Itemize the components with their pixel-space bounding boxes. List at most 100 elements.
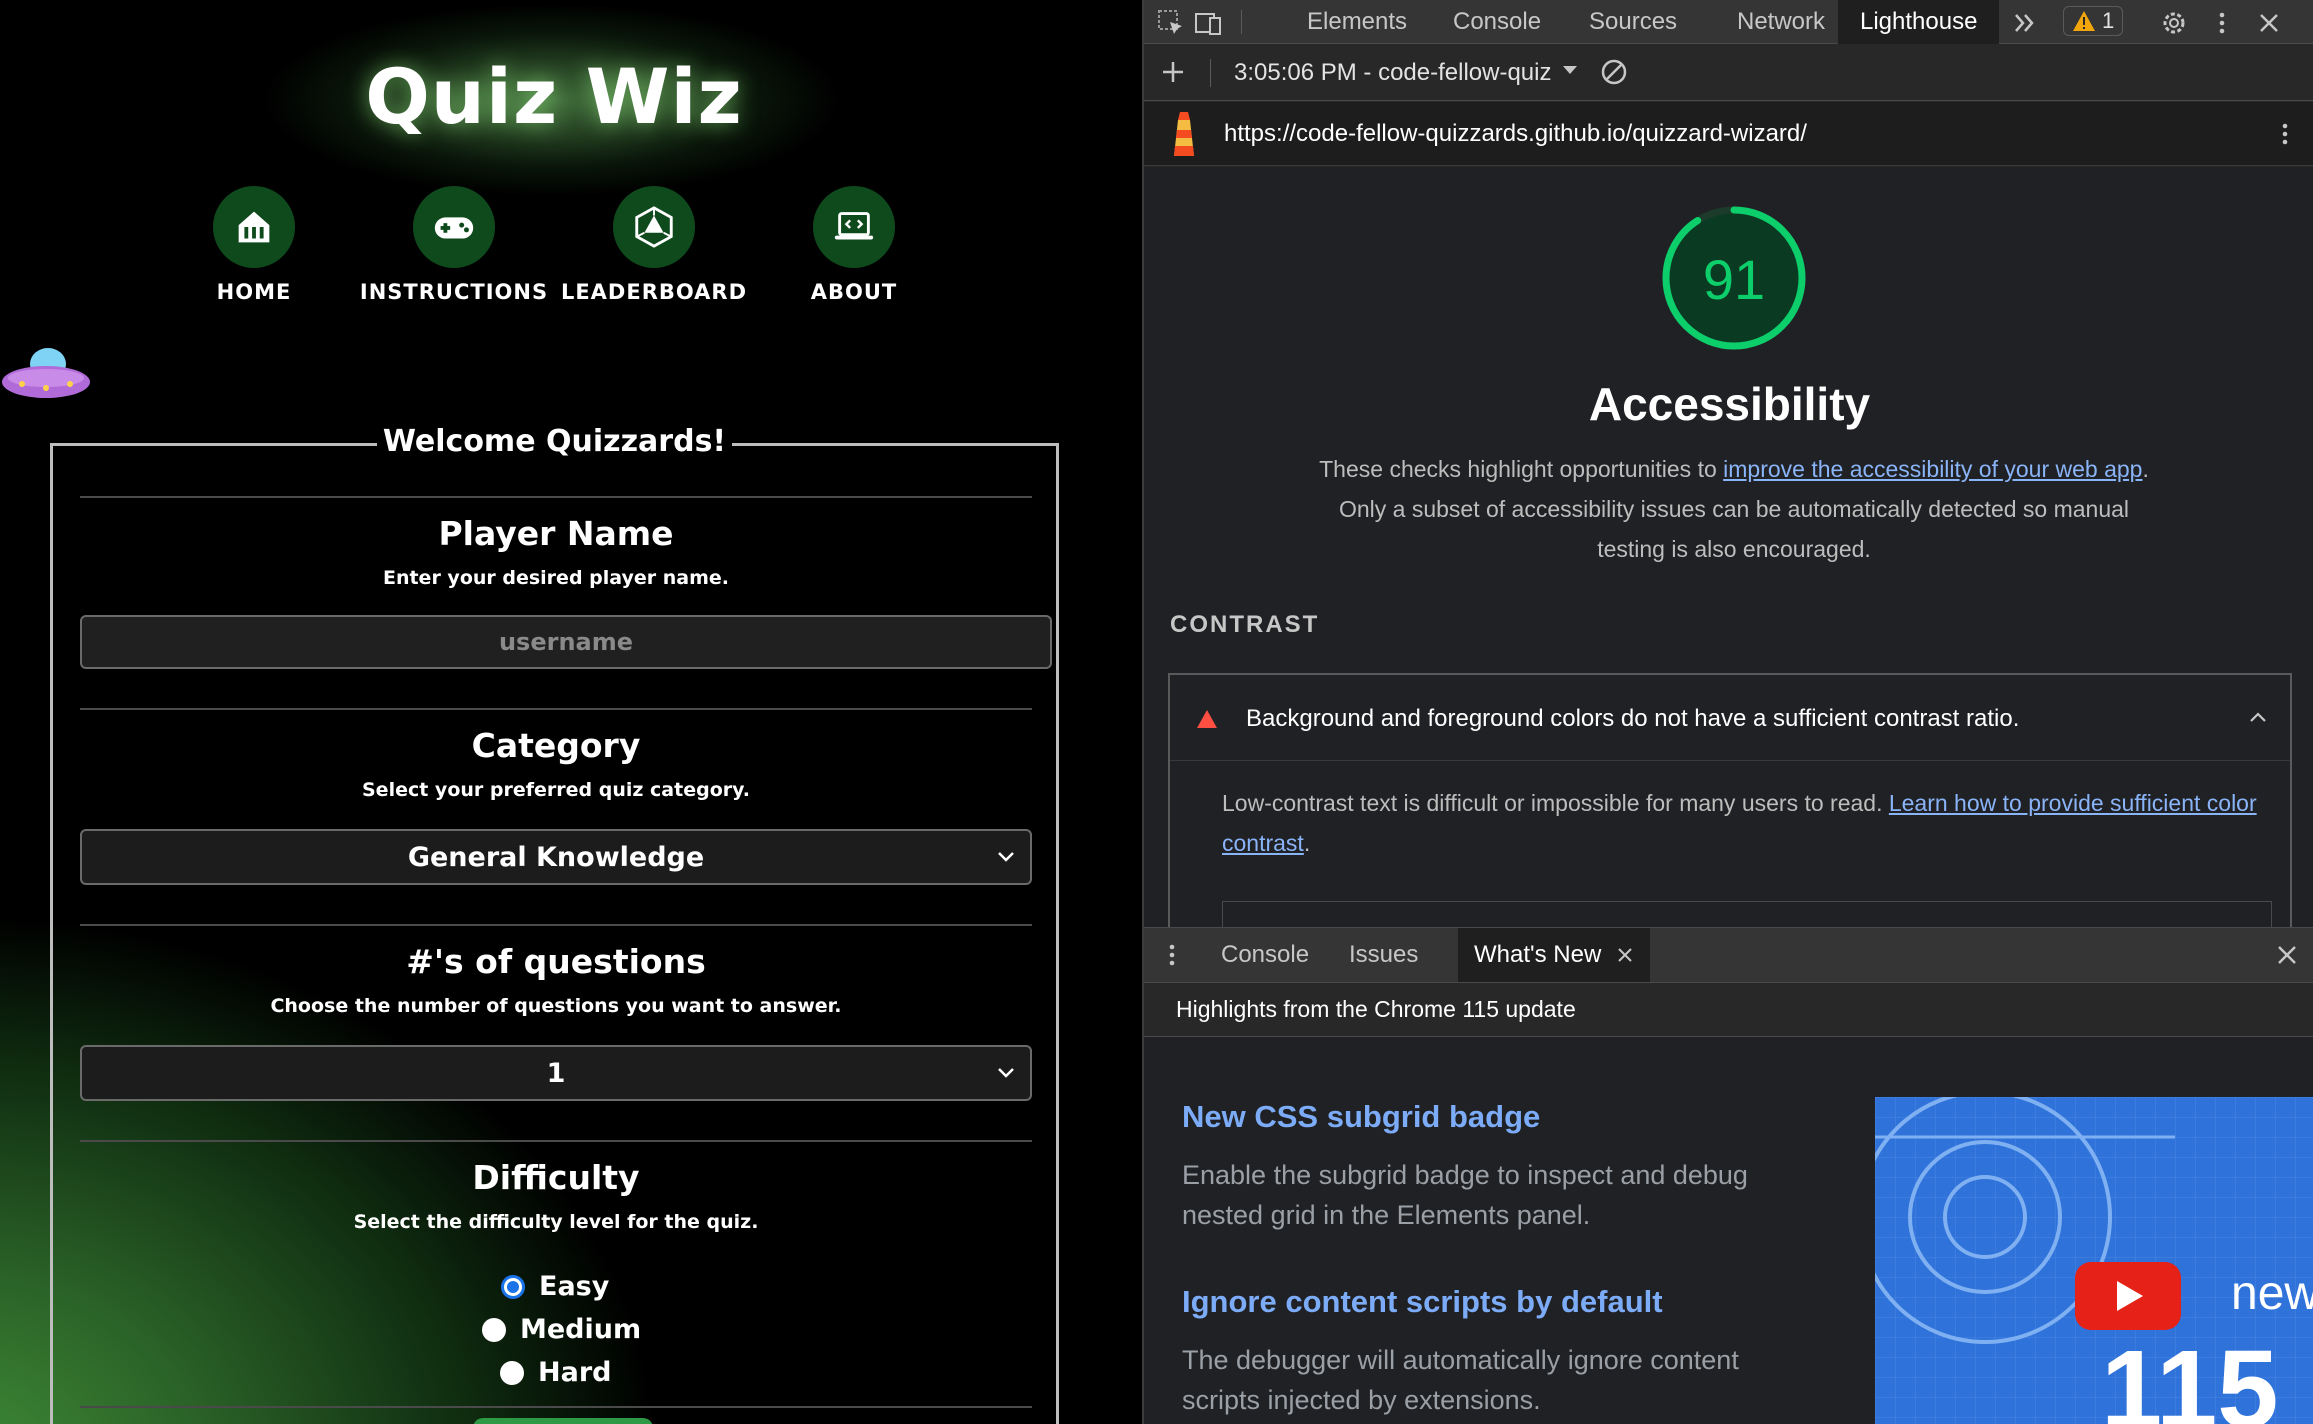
nav-leaderboard[interactable]: LEADERBOARD xyxy=(554,186,754,304)
nav-about-circle[interactable] xyxy=(813,186,895,268)
difficulty-description: Select the difficulty level for the quiz… xyxy=(353,1211,759,1233)
devtools-panel: Elements Console Sources Network Lightho… xyxy=(1142,0,2313,1424)
inspect-element-icon[interactable] xyxy=(1156,8,1186,38)
device-toolbar-icon[interactable] xyxy=(1194,8,1224,38)
report-selector[interactable]: 3:05:06 PM - code-fellow-quiz xyxy=(1234,59,1574,87)
contrast-audit-header[interactable]: Background and foreground colors do not … xyxy=(1170,675,2290,761)
player-name-title: Player Name xyxy=(438,514,674,553)
close-tab-icon[interactable] xyxy=(1616,946,1634,964)
tab-lighthouse[interactable]: Lighthouse xyxy=(1838,0,2000,44)
fieldset-legend: Welcome Quizzards! xyxy=(53,424,1056,459)
more-options-icon[interactable] xyxy=(2270,119,2300,149)
radio-hard-label: Hard xyxy=(538,1357,612,1388)
nav-home-label: HOME xyxy=(216,280,292,304)
app-title: Quiz Wiz xyxy=(365,52,743,141)
score-value: 91 xyxy=(1702,248,1766,311)
drawer-tab-whats-new[interactable]: What's New xyxy=(1458,928,1650,982)
nav-instructions-circle[interactable] xyxy=(413,186,495,268)
caret-down-icon[interactable] xyxy=(1559,59,1581,81)
radio-easy[interactable] xyxy=(501,1274,525,1299)
divider xyxy=(80,496,1032,498)
nav-home[interactable]: HOME xyxy=(154,186,354,304)
drawer-tab-console[interactable]: Console xyxy=(1221,928,1309,982)
chevron-down-icon xyxy=(998,1068,1014,1078)
warnings-badge[interactable]: 1 xyxy=(2063,6,2124,36)
fail-triangle-icon xyxy=(1197,710,1217,728)
difficulty-hard-option[interactable]: Hard xyxy=(500,1357,611,1388)
report-url[interactable]: https://code-fellow-quizzards.github.io/… xyxy=(1224,120,1807,148)
radio-easy-label: Easy xyxy=(539,1271,610,1302)
difficulty-easy-option[interactable]: Easy xyxy=(501,1271,609,1302)
report-url-bar: https://code-fellow-quizzards.github.io/… xyxy=(1144,102,2313,166)
category-title: Accessibility xyxy=(1588,378,1871,430)
help-text-before: Low-contrast text is difficult or imposs… xyxy=(1222,790,1889,816)
category-selected-value: General Knowledge xyxy=(407,841,705,873)
drawer-menu-icon[interactable] xyxy=(1162,940,1182,970)
whats-new-video-thumbnail[interactable]: new 115 xyxy=(1875,1097,2313,1424)
whats-new-subtitle-bar: Highlights from the Chrome 115 update xyxy=(1144,983,2313,1037)
nav-leaderboard-label: LEADERBOARD xyxy=(560,280,748,304)
close-icon[interactable] xyxy=(2254,8,2284,38)
double-chevron-icon[interactable] xyxy=(2010,8,2040,38)
username-input[interactable] xyxy=(82,628,1050,656)
nav-home-circle[interactable] xyxy=(213,186,295,268)
divider xyxy=(80,1140,1032,1142)
questions-description: Choose the number of questions you want … xyxy=(270,995,842,1017)
whats-new-item-title[interactable]: New CSS subgrid badge xyxy=(1182,1099,1540,1135)
contrast-audit: Background and foreground colors do not … xyxy=(1168,673,2292,927)
difficulty-medium-option[interactable]: Medium xyxy=(482,1314,641,1345)
legend-text: Welcome Quizzards! xyxy=(376,424,733,459)
gamepad-icon xyxy=(434,217,474,239)
whats-new-item-title[interactable]: Ignore content scripts by default xyxy=(1182,1284,1663,1320)
accessibility-link[interactable]: improve the accessibility of your web ap… xyxy=(1723,456,2142,482)
chevron-up-icon[interactable] xyxy=(2248,707,2268,727)
drawer-tab-issues[interactable]: Issues xyxy=(1349,928,1418,982)
contrast-audit-title: Background and foreground colors do not … xyxy=(1246,705,2020,732)
drawer-tab-bar: Console Issues What's New xyxy=(1144,927,2313,983)
nav-about[interactable]: ABOUT xyxy=(754,186,954,304)
video-thumbnail-art: new 115 xyxy=(1875,1097,2313,1424)
lighthouse-toolbar: 3:05:06 PM - code-fellow-quiz xyxy=(1144,45,2313,101)
audit-group-label: CONTRAST xyxy=(1170,611,1320,638)
questions-section: #'s of questions Choose the number of qu… xyxy=(80,942,1032,1017)
difficulty-title: Difficulty xyxy=(472,1158,640,1197)
tab-sources[interactable]: Sources xyxy=(1589,0,1677,44)
category-select[interactable]: General Knowledge xyxy=(80,829,1032,885)
welcome-fieldset: Welcome Quizzards! Player Name Enter you… xyxy=(50,424,1059,1424)
chevron-down-icon xyxy=(998,852,1014,862)
tab-network[interactable]: Network xyxy=(1737,0,1825,44)
warnings-count: 1 xyxy=(2102,8,2115,33)
drawer-tab-whats-new-label: What's New xyxy=(1474,941,1602,968)
contrast-audit-help: Low-contrast text is difficult or imposs… xyxy=(1222,783,2262,863)
close-drawer-icon[interactable] xyxy=(2272,940,2302,970)
username-field[interactable] xyxy=(80,615,1052,669)
start-button[interactable] xyxy=(473,1418,653,1424)
radio-medium[interactable] xyxy=(482,1317,506,1342)
help-text-after: . xyxy=(1303,830,1311,856)
warning-icon xyxy=(2073,11,2095,31)
questions-select[interactable]: 1 xyxy=(80,1045,1032,1101)
clear-icon[interactable] xyxy=(1599,57,1629,87)
radio-hard[interactable] xyxy=(500,1360,524,1385)
lighthouse-report: 91 Accessibility These checks highlight … xyxy=(1144,167,2313,927)
main-nav: HOME INSTRUCTIONS LEADERBOARD ABOUT xyxy=(0,186,1108,306)
questions-title: #'s of questions xyxy=(406,942,706,981)
divider xyxy=(80,1406,1032,1408)
more-options-icon[interactable] xyxy=(2207,8,2237,38)
toolbar-separator xyxy=(1241,10,1242,34)
category-description: Select your preferred quiz category. xyxy=(362,779,750,801)
tab-elements[interactable]: Elements xyxy=(1307,0,1407,44)
gear-icon[interactable] xyxy=(2159,8,2189,38)
plus-icon[interactable] xyxy=(1158,57,1188,87)
player-name-section: Player Name Enter your desired player na… xyxy=(80,514,1032,589)
nav-leaderboard-circle[interactable] xyxy=(613,186,695,268)
ufo-icon xyxy=(2,348,90,398)
house-icon xyxy=(238,211,270,243)
toolbar-separator xyxy=(1210,59,1211,87)
tab-console[interactable]: Console xyxy=(1453,0,1541,44)
nav-instructions-label: INSTRUCTIONS xyxy=(359,280,549,304)
player-name-description: Enter your desired player name. xyxy=(382,567,730,589)
devtools-tab-bar: Elements Console Sources Network Lightho… xyxy=(1144,0,2313,44)
nav-instructions[interactable]: INSTRUCTIONS xyxy=(354,186,554,304)
category-section: Category Select your preferred quiz cate… xyxy=(80,726,1032,801)
